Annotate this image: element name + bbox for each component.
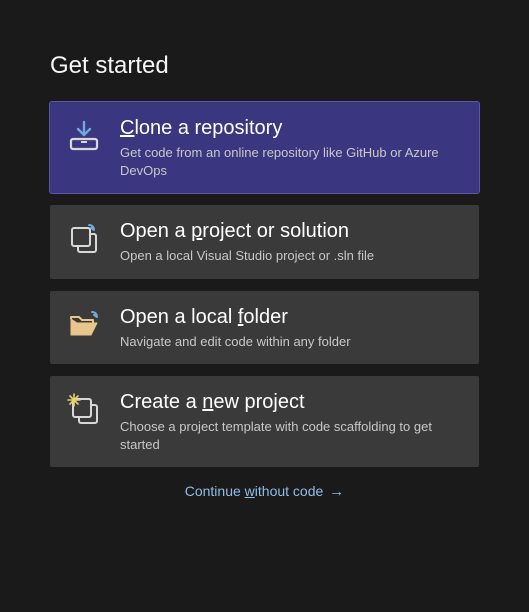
option-text: Open a local folder Navigate and edit co… — [120, 305, 461, 351]
download-repo-icon — [66, 118, 102, 154]
option-title: Create a new project — [120, 390, 461, 414]
arrow-right-icon: → — [329, 484, 344, 499]
option-desc: Navigate and edit code within any folder — [120, 333, 461, 351]
get-started-panel: Get started Clone a repository Get code … — [0, 0, 529, 499]
new-project-icon — [66, 392, 102, 428]
open-project-option[interactable]: Open a project or solution Open a local … — [50, 205, 479, 279]
option-title: Clone a repository — [120, 116, 461, 140]
continue-without-code-link[interactable]: Continue without code → — [50, 483, 479, 499]
create-project-option[interactable]: Create a new project Choose a project te… — [50, 376, 479, 467]
open-folder-option[interactable]: Open a local folder Navigate and edit co… — [50, 291, 479, 365]
open-project-icon — [66, 221, 102, 257]
open-folder-icon — [66, 307, 102, 343]
clone-repository-option[interactable]: Clone a repository Get code from an onli… — [50, 102, 479, 193]
option-desc: Open a local Visual Studio project or .s… — [120, 247, 461, 265]
option-desc: Choose a project template with code scaf… — [120, 418, 461, 453]
option-title: Open a project or solution — [120, 219, 461, 243]
continue-label: Continue without code — [185, 483, 324, 499]
option-title: Open a local folder — [120, 305, 461, 329]
option-desc: Get code from an online repository like … — [120, 144, 461, 179]
option-text: Clone a repository Get code from an onli… — [120, 116, 461, 179]
option-text: Open a project or solution Open a local … — [120, 219, 461, 265]
get-started-heading: Get started — [50, 52, 479, 80]
option-text: Create a new project Choose a project te… — [120, 390, 461, 453]
option-list: Clone a repository Get code from an onli… — [50, 102, 479, 467]
